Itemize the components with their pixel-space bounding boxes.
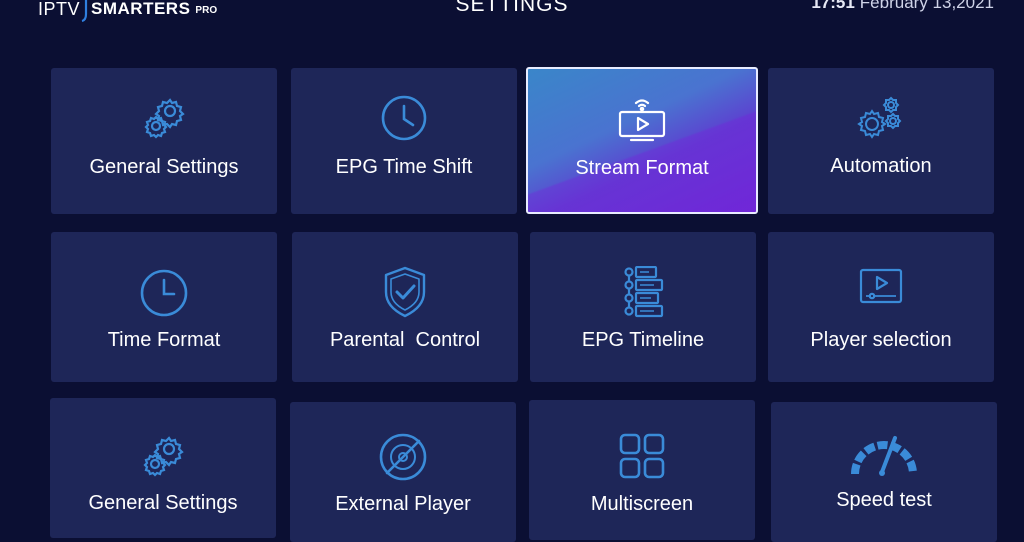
monitor-play-icon bbox=[618, 99, 666, 142]
tile-label: General Settings bbox=[89, 156, 239, 178]
speedometer-icon bbox=[851, 436, 917, 476]
clock-date: February 13,2021 bbox=[859, 0, 994, 12]
grid-icon bbox=[619, 433, 665, 479]
tile-parental-control[interactable]: Parental Control bbox=[292, 232, 518, 382]
tile-label: EPG Timeline bbox=[581, 329, 705, 351]
tile-label: Stream Format bbox=[575, 157, 709, 179]
tile-general-settings[interactable]: General Settings bbox=[51, 68, 277, 214]
tile-label: Speed test bbox=[836, 489, 932, 511]
clock: 17:51 February 13,2021 bbox=[811, 0, 994, 13]
automation-gears-icon bbox=[857, 96, 902, 139]
tile-label: Time Format bbox=[107, 329, 221, 351]
player-icon bbox=[859, 268, 903, 304]
tile-label: EPG Time Shift bbox=[335, 156, 473, 178]
timeline-icon bbox=[624, 266, 664, 318]
tile-label: Automation bbox=[830, 155, 932, 177]
gears-icon bbox=[144, 98, 185, 139]
header: IPTV SMARTERS PRO SETTINGS 17:51 February… bbox=[0, 0, 1024, 22]
clock-icon bbox=[140, 269, 188, 317]
tile-epg-time-shift[interactable]: EPG Time Shift bbox=[291, 68, 517, 214]
tile-player-selection[interactable]: Player selection bbox=[768, 232, 994, 382]
tile-label: External Player bbox=[335, 493, 471, 515]
tile-external-player[interactable]: External Player bbox=[290, 402, 516, 542]
tile-multiscreen[interactable]: Multiscreen bbox=[529, 400, 755, 540]
tile-label: General Settings bbox=[88, 492, 238, 514]
clock-time: 17:51 bbox=[811, 0, 855, 12]
tile-label: Parental Control bbox=[329, 329, 481, 351]
disc-slash-icon bbox=[379, 433, 427, 481]
gears-icon bbox=[143, 436, 184, 477]
tile-label: Player selection bbox=[810, 329, 952, 351]
tile-automation[interactable]: Automation bbox=[768, 68, 994, 214]
tile-general-settings-2[interactable]: General Settings bbox=[50, 398, 276, 538]
shield-check-icon bbox=[384, 266, 426, 318]
tile-label: Multiscreen bbox=[590, 493, 694, 515]
tile-stream-format[interactable]: Stream Format bbox=[526, 67, 758, 214]
tile-epg-timeline[interactable]: EPG Timeline bbox=[530, 232, 756, 382]
tile-time-format[interactable]: Time Format bbox=[51, 232, 277, 382]
tile-speed-test[interactable]: Speed test bbox=[771, 402, 997, 542]
clock-icon bbox=[381, 95, 427, 141]
